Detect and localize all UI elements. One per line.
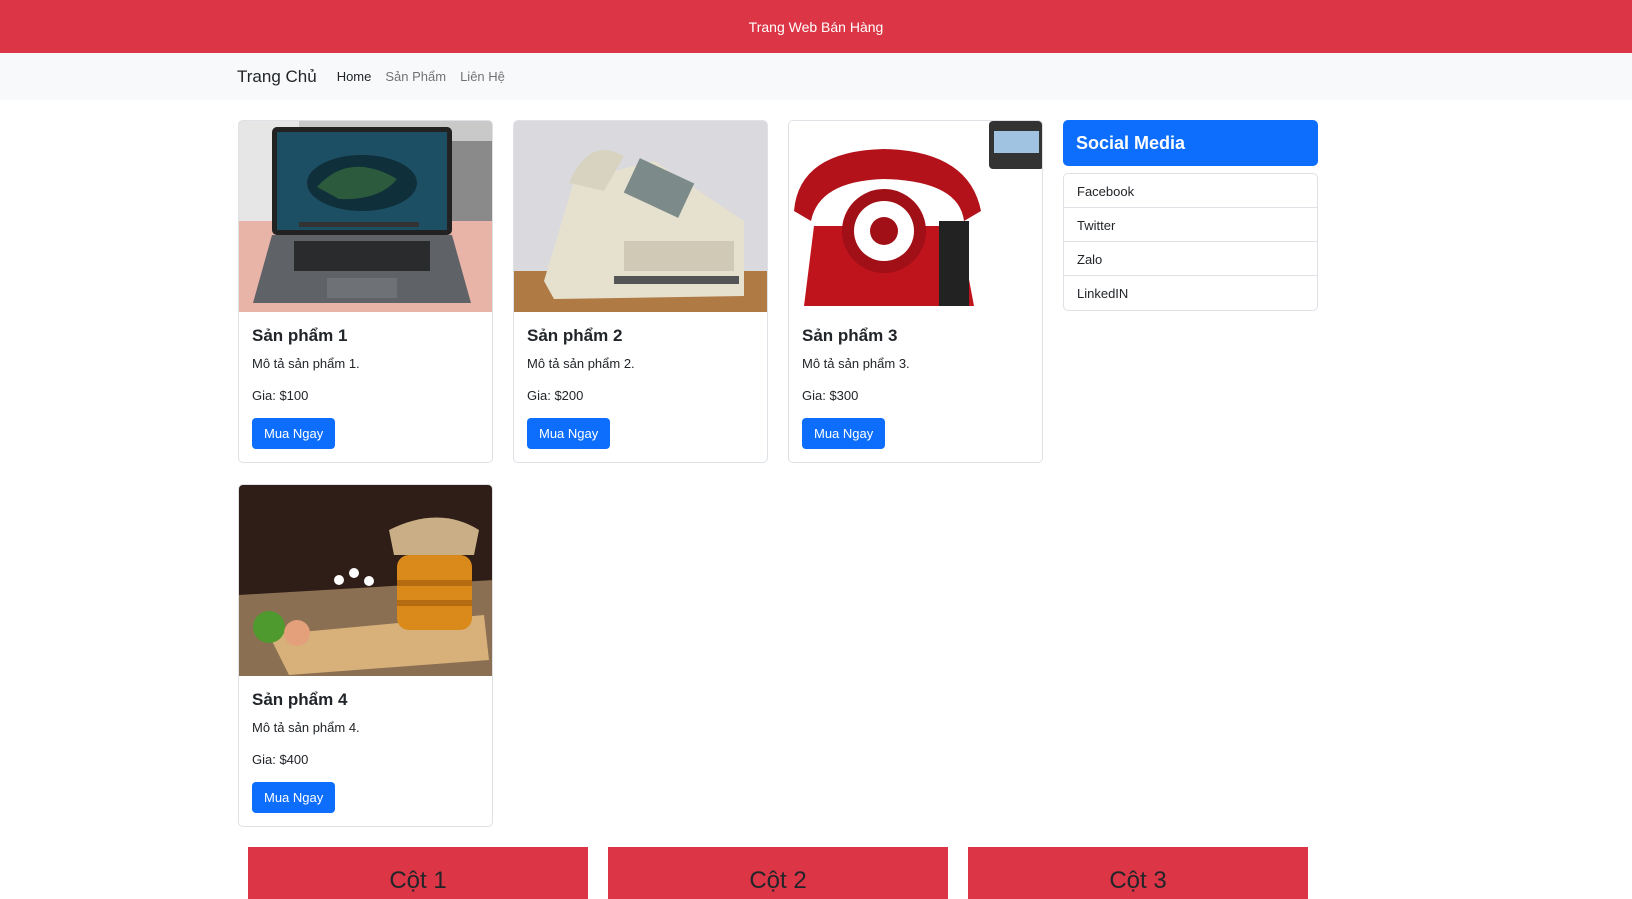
product-price: Gia: $300 (802, 388, 859, 403)
product-description: Mô tả sản phẩm 2. (527, 356, 635, 371)
column-2: Cột 2 (608, 847, 948, 899)
buy-now-button[interactable]: Mua Ngay (527, 418, 611, 449)
site-header: Trang Web Bán Hàng (0, 0, 1632, 53)
product-card-2: Sản phẩm 2 Mô tả sản phẩm 2. Gia: $200 M… (513, 120, 768, 463)
social-item-facebook[interactable]: Facebook (1064, 174, 1317, 208)
navbar-brand[interactable]: Trang Chủ (237, 67, 317, 87)
buy-now-button[interactable]: Mua Ngay (252, 782, 336, 813)
honey-jar-image (239, 485, 492, 676)
nav-link-home[interactable]: Home (337, 69, 372, 84)
product-title: Sản phẩm 1 (252, 326, 348, 345)
social-item-zalo[interactable]: Zalo (1064, 242, 1317, 276)
product-price: Gia: $200 (527, 388, 584, 403)
social-item-linkedin[interactable]: LinkedIN (1064, 276, 1317, 310)
laptop-image (239, 121, 492, 312)
product-description: Mô tả sản phẩm 3. (802, 356, 910, 371)
product-title: Sản phẩm 3 (802, 326, 898, 345)
nav-link-contact[interactable]: Liên Hệ (460, 69, 505, 84)
product-title: Sản phẩm 4 (252, 690, 348, 709)
product-card-3: Sản phẩm 3 Mô tả sản phẩm 3. Gia: $300 M… (788, 120, 1043, 463)
red-telephone-image (789, 121, 1042, 312)
product-price: Gia: $100 (252, 388, 309, 403)
product-price: Gia: $400 (252, 752, 309, 767)
fax-machine-image (514, 121, 767, 312)
social-media-heading: Social Media (1063, 120, 1318, 166)
product-card-1: Sản phẩm 1 Mô tả sản phẩm 1. Gia: $100 M… (238, 120, 493, 463)
column-label: Cột 2 (749, 867, 807, 894)
product-description: Mô tả sản phẩm 4. (252, 720, 360, 735)
buy-now-button[interactable]: Mua Ngay (802, 418, 886, 449)
column-label: Cột 1 (389, 867, 447, 894)
product-card-4: Sản phẩm 4 Mô tả sản phẩm 4. Gia: $400 M… (238, 484, 493, 827)
product-description: Mô tả sản phẩm 1. (252, 356, 360, 371)
site-title: Trang Web Bán Hàng (748, 18, 884, 35)
social-media-list: Facebook Twitter Zalo LinkedIN (1063, 173, 1318, 311)
buy-now-button[interactable]: Mua Ngay (252, 418, 336, 449)
column-1: Cột 1 (248, 847, 588, 899)
nav-link-products[interactable]: Sản Phẩm (385, 69, 446, 84)
product-title: Sản phẩm 2 (527, 326, 623, 345)
navbar: Trang Chủ Home Sản Phẩm Liên Hệ (0, 53, 1632, 100)
column-label: Cột 3 (1109, 867, 1167, 894)
column-3: Cột 3 (968, 847, 1308, 899)
social-item-twitter[interactable]: Twitter (1064, 208, 1317, 242)
